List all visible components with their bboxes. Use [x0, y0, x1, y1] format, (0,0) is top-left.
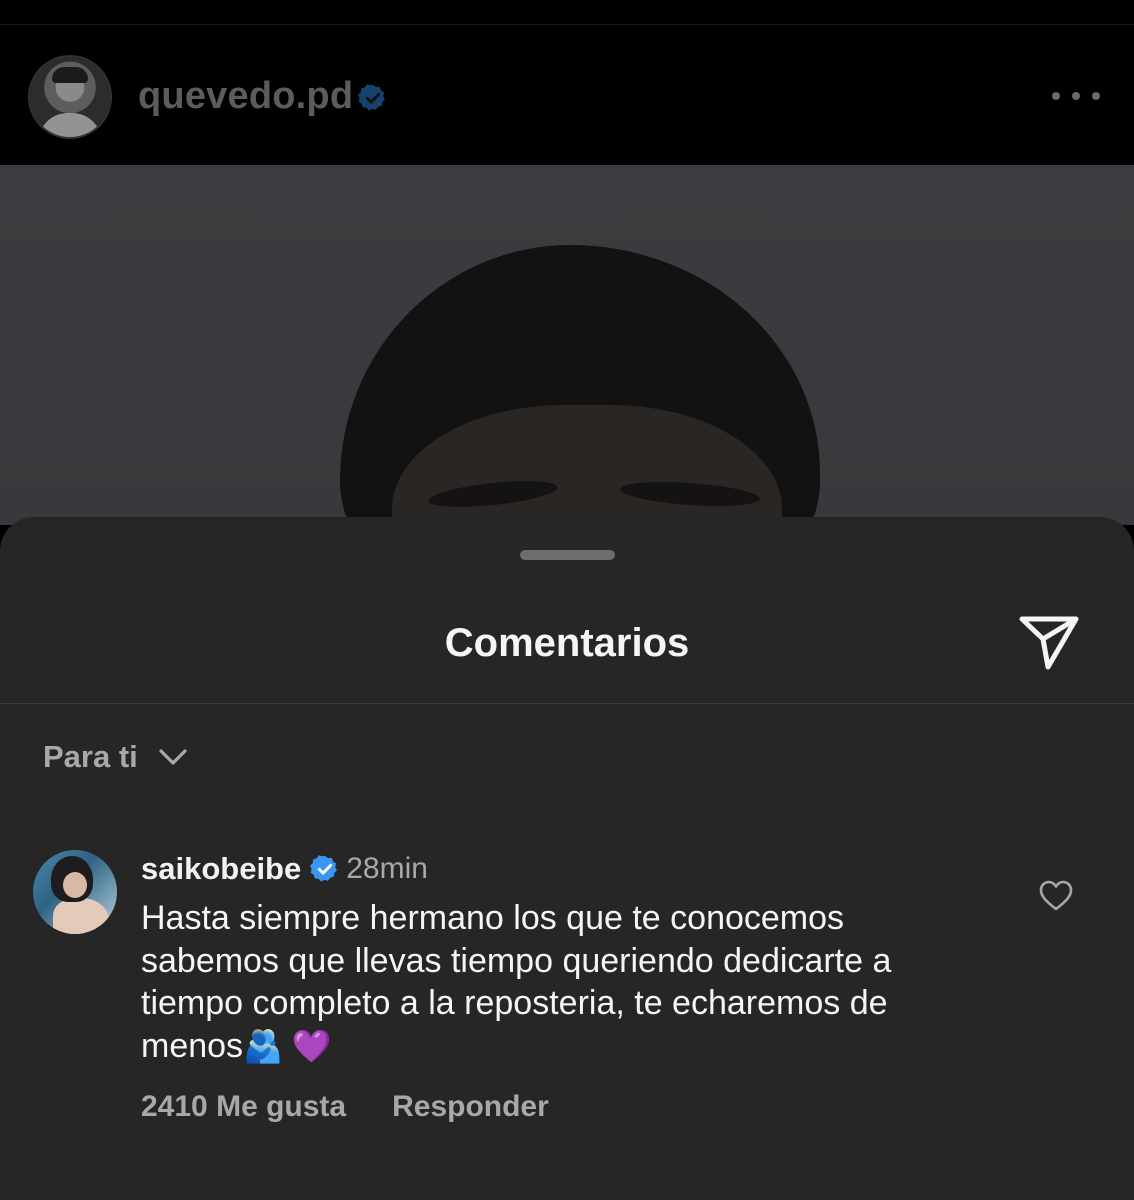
post-author-avatar[interactable] [30, 57, 110, 137]
comments-title: Comentarios [444, 621, 690, 665]
verified-badge-icon [310, 855, 338, 882]
sort-label: Para ti [43, 739, 138, 774]
post-author-username[interactable]: quevedo.pd [138, 75, 353, 118]
comment-username[interactable]: saikobeibe [141, 851, 301, 887]
more-dot [1092, 92, 1100, 100]
avatar-body [53, 898, 109, 934]
avatar-shirt [38, 113, 102, 137]
post-image[interactable] [0, 165, 1134, 525]
header-divider [0, 703, 1134, 704]
comment-emojis: 🫂 💜 [243, 1027, 332, 1064]
verified-badge-icon [358, 84, 385, 111]
post-header: quevedo.pd [0, 24, 1134, 166]
send-icon[interactable] [1016, 613, 1082, 673]
chevron-down-icon [159, 749, 187, 765]
likes-count[interactable]: 2410 Me gusta [141, 1090, 346, 1124]
comment-actions: 2410 Me gusta Responder [141, 1090, 549, 1124]
avatar-hair [52, 67, 88, 83]
heart-outline-icon[interactable] [1038, 879, 1074, 913]
more-options-icon[interactable] [1052, 81, 1100, 111]
comment-timestamp: 28min [346, 852, 428, 885]
reply-button[interactable]: Responder [392, 1090, 549, 1124]
sort-dropdown[interactable]: Para ti [43, 737, 188, 777]
sheet-grabber-handle[interactable] [520, 550, 615, 560]
more-dot [1072, 92, 1080, 100]
avatar-face [63, 872, 87, 898]
instagram-post-screen: quevedo.pd Comentarios Para ti saikobeib… [0, 0, 1134, 1200]
comments-sheet: Comentarios Para ti saikobeibe 28min Has… [0, 517, 1134, 1200]
comment-text: Hasta siempre hermano los que te conocem… [141, 897, 981, 1067]
comment-header: saikobeibe 28min [141, 849, 428, 889]
more-dot [1052, 92, 1060, 100]
comment-author-avatar[interactable] [33, 850, 117, 934]
